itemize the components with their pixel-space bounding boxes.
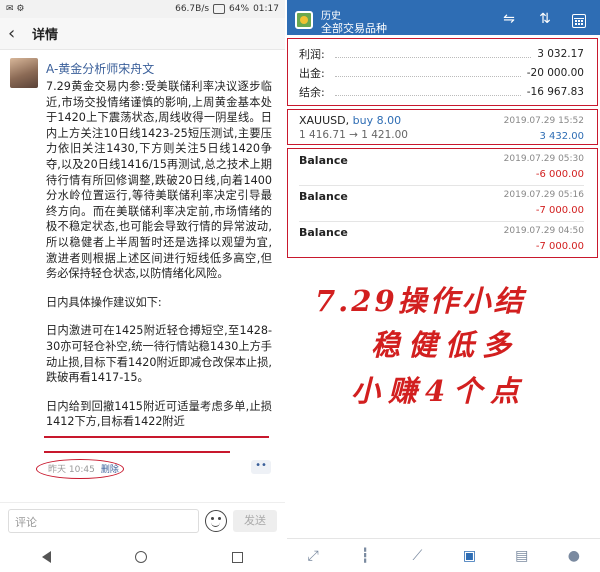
- nav-home-icon[interactable]: [135, 551, 148, 563]
- handwritten-annotation: 稳健低多: [371, 328, 520, 362]
- post-paragraph: 日内激进可在1425附近轻仓搏短空,至1428-30亦可轻仓补空,统一待行情站稳…: [46, 324, 272, 385]
- detail-header: ‹ 详情: [0, 18, 285, 50]
- notification-icons: ✉ ⚙: [6, 4, 25, 14]
- history-icon[interactable]: ▣: [460, 547, 480, 565]
- sort-icon[interactable]: ⇅: [532, 11, 558, 31]
- post-body: 7.29黄金交易内参:受美联储利率决议逐步临近,市场交投情绪谨慎的影响,上周黄金…: [46, 79, 272, 443]
- comment-input[interactable]: 评论: [8, 508, 199, 533]
- summary-profit: 利润: 3 032.17: [299, 45, 584, 63]
- chat-icon[interactable]: ●: [564, 547, 584, 565]
- post-paragraph: 日内具体操作建议如下:: [46, 295, 162, 309]
- author-name[interactable]: A-黄金分析师宋舟文: [46, 60, 154, 77]
- android-nav-bar: [0, 542, 285, 572]
- balance-name: Balance: [299, 154, 348, 167]
- summary-label: 结余:: [299, 86, 325, 99]
- comment-bar: 评论 发送: [0, 502, 285, 538]
- summary-withdrawal: 出金: -20 000.00: [299, 64, 584, 82]
- wechat-post-screen: ✉ ⚙ 66.7B/s 64% 01:17 ‹ 详情 A-黄金分析师宋舟文 7.…: [0, 0, 285, 572]
- mt-history-screen: 历史 全部交易品种 ⇋ ⇅ 利润: 3 032.17 出金: -20 000.0…: [287, 0, 600, 572]
- balance-amount: -7 000.00: [535, 241, 584, 252]
- balance-amount: -7 000.00: [535, 205, 584, 216]
- battery-level: 64%: [229, 4, 250, 14]
- calendar-icon[interactable]: [572, 14, 586, 28]
- summary-value: -16 967.83: [526, 86, 584, 98]
- red-underline: [44, 451, 230, 453]
- handwritten-annotation: 7.29操作小结: [315, 284, 526, 318]
- balance-amount: -6 000.00: [535, 169, 584, 180]
- trade-icon[interactable]: ⤢: [303, 547, 323, 565]
- news-icon[interactable]: ▤: [512, 547, 532, 565]
- symbol-filter-icon[interactable]: ⇋: [496, 11, 522, 31]
- deal-side: buy 8.00: [352, 114, 402, 127]
- balance-datetime: 2019.07.29 05:30: [503, 154, 584, 164]
- clock: 01:17: [253, 4, 279, 14]
- red-underline: [44, 436, 269, 438]
- status-bar: [287, 0, 600, 11]
- balance-row[interactable]: Balance 2019.07.29 04:50 -7 000.00: [299, 224, 584, 258]
- toolbar-title: 全部交易品种: [321, 22, 387, 35]
- summary-label: 出金:: [299, 67, 325, 80]
- network-speed: 66.7B/s: [175, 4, 210, 14]
- balance-name: Balance: [299, 190, 348, 203]
- deal-amount: 3 432.00: [539, 131, 584, 142]
- nav-recent-icon[interactable]: [231, 551, 243, 563]
- deal-row[interactable]: XAUUSD, buy 8.00 1 416.71 → 1 421.00 201…: [299, 114, 584, 148]
- chart-icon[interactable]: ┇: [355, 547, 375, 565]
- balance-row[interactable]: Balance 2019.07.29 05:30 -6 000.00: [299, 152, 584, 186]
- wifi-icon: [213, 4, 226, 14]
- balance-name: Balance: [299, 226, 348, 239]
- balance-datetime: 2019.07.29 05:16: [503, 190, 584, 200]
- trend-icon[interactable]: ⟋: [407, 547, 427, 565]
- post-paragraph: 日内给到回撤1415附近可适量考虑多单,止损1412下方,目标看1422附近: [46, 399, 272, 429]
- summary-balance: 结余: -16 967.83: [299, 83, 584, 101]
- send-button[interactable]: 发送: [233, 509, 277, 532]
- summary-value: 3 032.17: [537, 48, 584, 60]
- toolbar-titles[interactable]: 历史 全部交易品种: [321, 11, 387, 35]
- summary-value: -20 000.00: [526, 67, 584, 79]
- avatar[interactable]: [10, 58, 38, 88]
- deal-datetime: 2019.07.29 15:52: [503, 116, 584, 126]
- handwritten-annotation: 小赚4个点: [351, 374, 528, 408]
- more-button[interactable]: ••: [251, 460, 271, 474]
- summary-label: 利润:: [299, 48, 325, 61]
- page-title: 详情: [32, 28, 59, 43]
- balance-row[interactable]: Balance 2019.07.29 05:16 -7 000.00: [299, 188, 584, 222]
- nav-back-icon[interactable]: [42, 551, 52, 563]
- bottom-nav: ⤢ ┇ ⟋ ▣ ▤ ●: [287, 538, 600, 572]
- red-circle-annotation: [36, 459, 124, 479]
- app-logo-icon[interactable]: [295, 11, 313, 29]
- deal-prices: 1 416.71 → 1 421.00: [299, 129, 408, 141]
- post-paragraph: 7.29黄金交易内参:受美联储利率决议逐步临近,市场交投情绪谨慎的影响,上周黄金…: [46, 80, 272, 281]
- balance-datetime: 2019.07.29 04:50: [503, 226, 584, 236]
- emoji-icon[interactable]: [205, 509, 227, 532]
- deal-symbol: XAUUSD, buy 8.00: [299, 114, 402, 127]
- status-bar: ✉ ⚙ 66.7B/s 64% 01:17: [0, 0, 285, 18]
- toolbar-subtitle: 历史: [321, 11, 341, 22]
- history-toolbar: 历史 全部交易品种 ⇋ ⇅: [287, 11, 600, 35]
- back-icon[interactable]: ‹: [8, 23, 28, 44]
